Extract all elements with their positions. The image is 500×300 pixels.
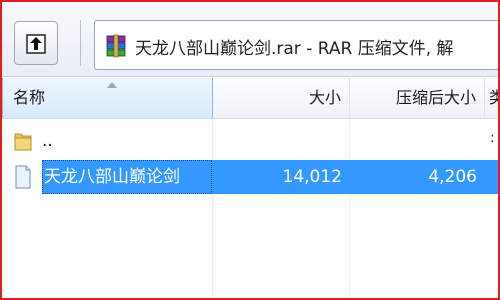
column-header: 名称 大小 压缩后大小 类	[2, 78, 498, 119]
list-item-size: 14,012	[282, 167, 342, 187]
list-item-packed-size: 4,206	[428, 167, 477, 187]
truncated-cell: :	[490, 130, 495, 146]
sort-ascending-icon	[107, 82, 117, 88]
column-header-name[interactable]: 名称	[2, 78, 213, 118]
list-item-parent-folder[interactable]: .. :	[2, 124, 498, 158]
address-text: 天龙八部山巅论剑.rar - RAR 压缩文件, 解	[135, 39, 454, 59]
address-bar[interactable]: 天龙八部山巅论剑.rar - RAR 压缩文件, 解	[94, 20, 498, 70]
list-item-name: 天龙八部山巅论剑	[42, 160, 212, 194]
column-header-type[interactable]: 类	[485, 78, 498, 118]
folder-icon	[14, 133, 32, 151]
column-header-size[interactable]: 大小	[213, 78, 350, 118]
column-header-packed[interactable]: 压缩后大小	[350, 78, 485, 118]
file-icon	[15, 165, 31, 189]
column-header-packed-label: 压缩后大小	[395, 88, 476, 107]
up-folder-icon	[26, 34, 46, 54]
up-one-level-button[interactable]	[14, 21, 58, 65]
file-list: .. : 天龙八部山巅论剑 14,012 4,206	[2, 119, 498, 298]
column-header-size-label: 大小	[308, 88, 341, 107]
winrar-window: 天龙八部山巅论剑.rar - RAR 压缩文件, 解 名称 大小 压缩后大小 类…	[0, 0, 500, 300]
toolbar: 天龙八部山巅论剑.rar - RAR 压缩文件, 解	[2, 2, 498, 77]
list-item-name: ..	[42, 131, 53, 151]
column-header-type-label: 类	[489, 88, 498, 107]
toolbar-separator	[80, 20, 81, 66]
rar-archive-icon	[106, 34, 126, 58]
column-header-name-label: 名称	[13, 88, 46, 107]
list-item-file[interactable]: 天龙八部山巅论剑 14,012 4,206	[2, 160, 498, 194]
